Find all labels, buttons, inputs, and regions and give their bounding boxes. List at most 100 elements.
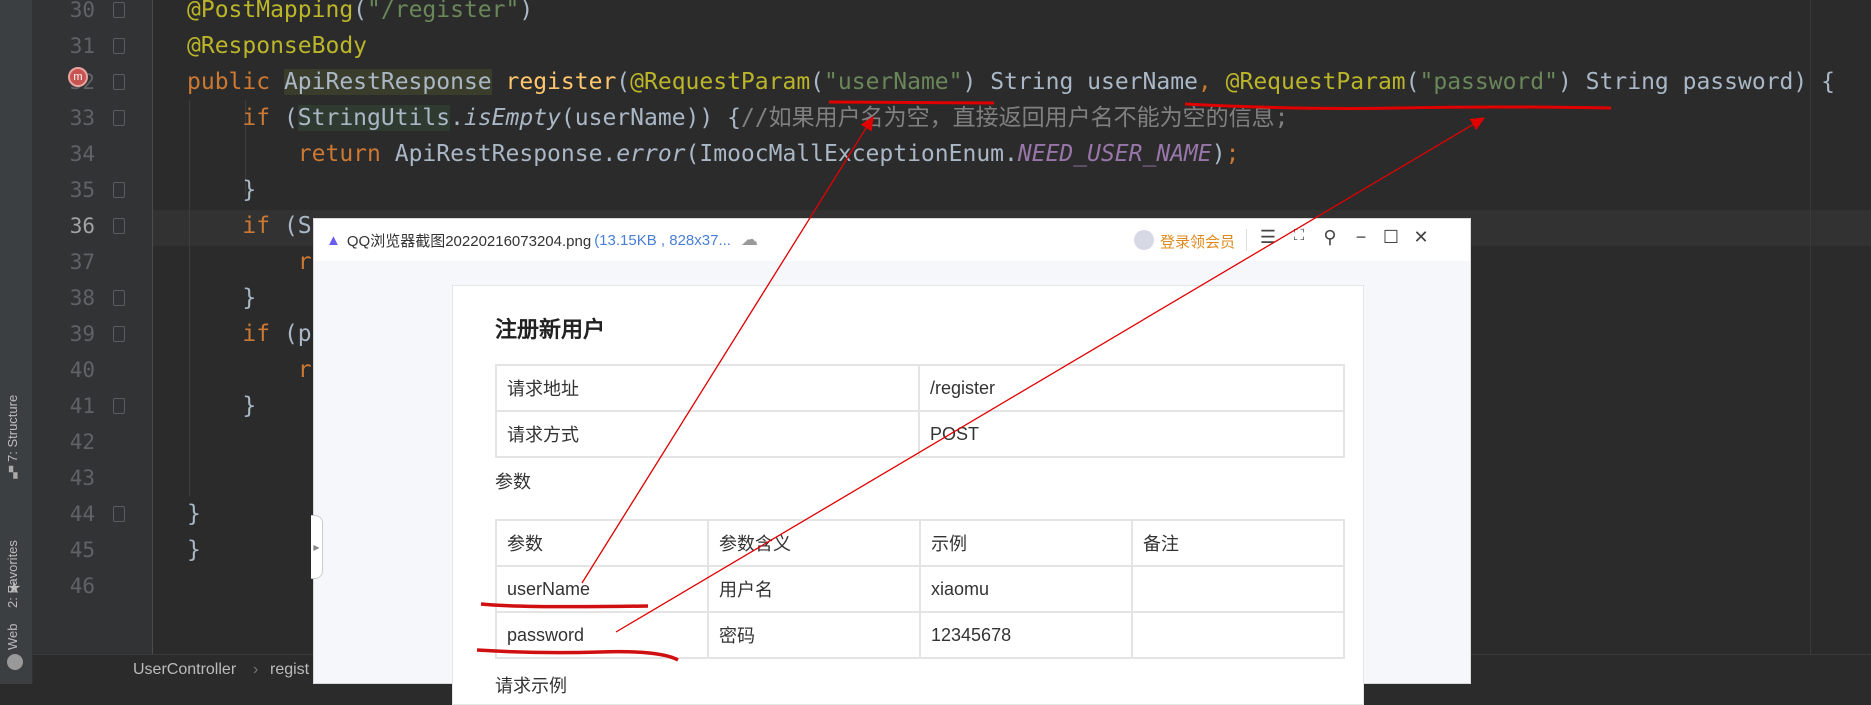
code-token: ) String password) {	[1557, 69, 1835, 95]
line-number: 35	[69, 178, 95, 202]
maximize-icon[interactable]: ☐	[1380, 227, 1402, 248]
table-header: 备注	[1131, 519, 1345, 567]
table-cell: password	[495, 611, 709, 659]
line-number: 36	[69, 214, 95, 238]
code-line[interactable]: }	[187, 388, 256, 424]
line-number: 33	[69, 106, 95, 130]
code-line[interactable]: }	[187, 172, 256, 208]
code-token: error	[616, 141, 686, 167]
code-token: ApiRestResponse.	[394, 141, 617, 167]
code-token: isEmpty	[463, 105, 561, 131]
fold-marker-icon[interactable]	[113, 74, 125, 90]
code-token: (	[810, 69, 825, 95]
code-token: ;	[1225, 141, 1240, 167]
code-line[interactable]: public ApiRestResponse register(@Request…	[187, 64, 1835, 100]
app-logo-icon: ▲	[326, 231, 341, 249]
tool-window-structure[interactable]: 7: Structure	[5, 395, 20, 462]
fullscreen-icon[interactable]: ⛶	[1288, 227, 1310, 244]
login-member-link[interactable]: 登录领会员	[1160, 231, 1235, 252]
fold-marker-icon[interactable]	[113, 38, 125, 54]
breadcrumb-userController[interactable]: UserController	[133, 655, 236, 685]
code-token: "userName"	[824, 69, 963, 95]
code-token: }	[187, 537, 201, 563]
fold-marker-icon[interactable]	[113, 506, 125, 522]
star-icon: ★	[7, 580, 22, 597]
code-line[interactable]: r	[187, 244, 312, 280]
structure-icon: ▚	[9, 467, 18, 479]
code-token: @PostMapping	[187, 0, 354, 23]
separator	[1246, 229, 1247, 251]
table-cell: 请求方式	[495, 410, 920, 458]
pin-icon[interactable]: ⚲	[1319, 227, 1341, 248]
code-token: (	[616, 69, 631, 95]
sidebar-toggle-icon[interactable]: ▶	[311, 515, 323, 579]
code-token: r	[187, 249, 312, 275]
image-viewer-window: ▲ QQ浏览器截图20220216073204.png (13.15KB , 8…	[313, 218, 1471, 705]
code-token: }	[187, 285, 257, 311]
code-token: register	[505, 69, 617, 95]
line-number: 38	[69, 286, 95, 310]
table-cell: /register	[918, 364, 1345, 412]
code-token: (ImoocMallExceptionEnum.	[685, 141, 1018, 167]
code-line[interactable]: }	[187, 532, 201, 568]
table-cell	[1131, 565, 1345, 613]
line-number: 45	[69, 538, 95, 562]
code-token: .	[450, 105, 464, 131]
code-token: return	[187, 141, 395, 167]
table-row: 请求地址/register	[495, 364, 1345, 412]
code-line[interactable]: return ApiRestResponse.error(ImoocMallEx…	[187, 136, 1240, 172]
tool-window-strip: 7: Structure ▚ 2: Favorites ★ Web	[0, 0, 33, 684]
fold-marker-icon[interactable]	[113, 2, 125, 18]
table-cell: xiaomu	[919, 565, 1133, 613]
line-number: 43	[69, 466, 95, 490]
code-token: //如果用户名为空，直接返回用户名不能为空的信息;	[740, 105, 1289, 131]
table-header: 参数	[495, 519, 709, 567]
tool-window-web[interactable]: Web	[5, 624, 20, 651]
fold-marker-icon[interactable]	[113, 182, 125, 198]
table-cell: 用户名	[707, 565, 921, 613]
table-cell: POST	[918, 410, 1345, 458]
code-token: r	[187, 357, 312, 383]
code-token: "/register"	[367, 0, 520, 23]
code-line[interactable]: @ResponseBody	[187, 28, 367, 64]
line-number: 39	[69, 322, 95, 346]
fold-marker-icon[interactable]	[113, 398, 125, 414]
fold-guide	[152, 0, 153, 654]
fold-marker-icon[interactable]	[113, 218, 125, 234]
code-line[interactable]: if (p	[187, 316, 311, 352]
line-number: 37	[69, 250, 95, 274]
code-line[interactable]: }	[187, 496, 201, 532]
viewer-fileinfo: (13.15KB , 828x37...	[594, 231, 731, 249]
avatar[interactable]	[1134, 230, 1154, 250]
menu-icon[interactable]: ☰	[1257, 227, 1279, 248]
line-number: 41	[69, 394, 95, 418]
line-number: 42	[69, 430, 95, 454]
code-line[interactable]: if (StringUtils.isEmpty(userName)) {//如果…	[187, 100, 1288, 136]
table-row: userName 用户名 xiaomu	[495, 565, 1345, 613]
fold-marker-icon[interactable]	[113, 110, 125, 126]
code-line[interactable]: r	[187, 352, 312, 388]
code-line[interactable]: }	[187, 280, 256, 316]
close-icon[interactable]: ✕	[1410, 227, 1432, 248]
table-header: 参数含义	[707, 519, 921, 567]
code-token: "password"	[1419, 69, 1558, 95]
editor-gutter: 3031323334353637383940414243444546	[33, 0, 153, 654]
fold-marker-icon[interactable]	[113, 290, 125, 306]
code-token: if	[187, 213, 284, 239]
cloud-upload-icon[interactable]: ☁	[741, 230, 758, 250]
code-token: if	[187, 321, 284, 347]
code-line[interactable]: @PostMapping("/register")	[187, 0, 533, 28]
minimize-icon[interactable]: −	[1350, 227, 1372, 248]
code-token: ApiRestResponse	[283, 69, 492, 95]
breadcrumb-register[interactable]: regist	[270, 655, 309, 685]
code-token: )	[1211, 141, 1226, 167]
fold-marker-icon[interactable]	[113, 326, 125, 342]
code-token: (S	[283, 213, 312, 239]
table-row: password 密码 12345678	[495, 611, 1345, 659]
viewer-filename: QQ浏览器截图20220216073204.png	[346, 232, 592, 250]
line-number: 40	[69, 358, 95, 382]
code-line[interactable]: if (S	[187, 208, 312, 244]
method-breakpoint-icon[interactable]: m	[68, 67, 88, 87]
table-row: 请求方式 POST	[495, 410, 1345, 458]
